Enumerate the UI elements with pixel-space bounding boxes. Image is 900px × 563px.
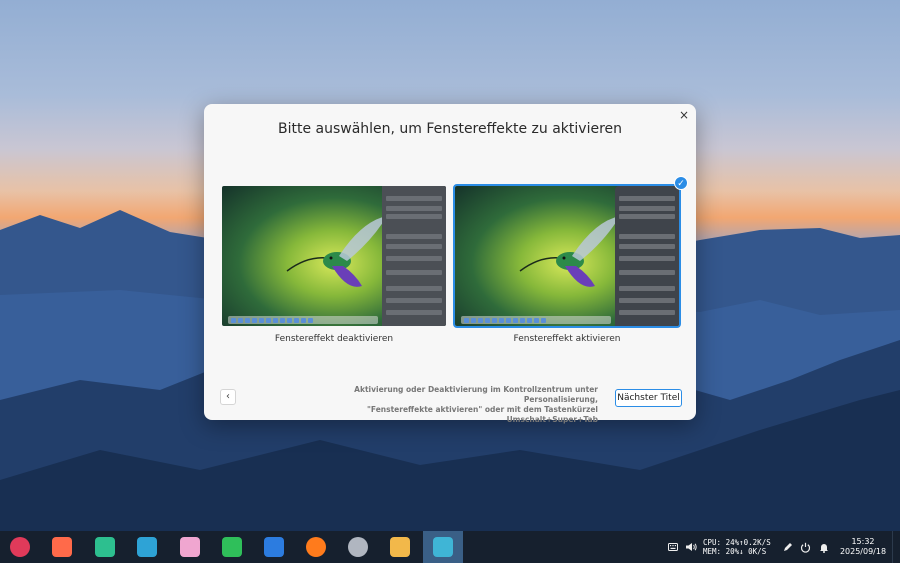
pen-icon[interactable]: [782, 531, 794, 563]
next-button[interactable]: Nächster Titel: [615, 389, 682, 407]
clock-time: 15:32: [851, 537, 875, 546]
launcher-icon[interactable]: [10, 537, 30, 557]
preview-thumbnail[interactable]: [220, 184, 448, 328]
option-enable-effects[interactable]: ✓ Fenstereffekt aktivieren: [453, 176, 688, 344]
taskbar: CPU: 24%↑0.2K/S MEM: 20%↓ 0K/S 15:32 202…: [0, 531, 900, 563]
settings-panel-preview: [382, 186, 446, 326]
close-icon[interactable]: ×: [677, 108, 691, 122]
option-disable-effects[interactable]: Fenstereffekt deaktivieren: [220, 184, 448, 344]
app-store-icon[interactable]: [137, 537, 157, 557]
hint-line-2: "Fenstereffekte aktivieren" oder mit dem…: [366, 405, 598, 424]
hummingbird-image: [286, 216, 387, 287]
multitask-view-icon[interactable]: [52, 537, 72, 557]
draw-icon[interactable]: [180, 537, 200, 557]
settings-panel-preview: [615, 186, 679, 326]
option-label: Fenstereffekt deaktivieren: [274, 334, 394, 344]
back-button[interactable]: ‹: [220, 389, 236, 405]
mem-stat: MEM: 20%↓ 0K/S: [703, 547, 767, 556]
settings-icon[interactable]: [348, 537, 368, 557]
power-icon[interactable]: [800, 531, 812, 563]
clock-date: 2025/09/18: [839, 547, 887, 556]
volume-icon[interactable]: [685, 531, 697, 563]
window-effect-dialog: × Bitte auswählen, um Fenstereffekte zu …: [204, 104, 696, 424]
notification-bell-icon[interactable]: [819, 531, 831, 563]
dock-preview: [228, 316, 378, 324]
dialog-title: Bitte auswählen, um Fenstereffekte zu ak…: [277, 121, 623, 137]
hint-text: Aktivierung oder Deaktivierung im Kontro…: [294, 385, 598, 425]
option-label: Fenstereffekt aktivieren: [513, 334, 621, 344]
movie-icon[interactable]: [264, 537, 284, 557]
hint-line-1: Aktivierung oder Deaktivierung im Kontro…: [354, 385, 598, 404]
handshake-app-icon[interactable]: [433, 537, 453, 557]
preview-thumbnail[interactable]: [453, 184, 681, 328]
dock-preview: [461, 316, 611, 324]
show-desktop-button[interactable]: [892, 531, 900, 563]
music-icon[interactable]: [222, 537, 242, 557]
file-manager-icon[interactable]: [95, 537, 115, 557]
selected-check-icon: ✓: [674, 176, 688, 190]
clock[interactable]: 15:32 2025/09/18: [838, 537, 888, 557]
cpu-stat: CPU: 24%↑0.2K/S: [703, 538, 771, 547]
image-viewer-icon[interactable]: [390, 537, 410, 557]
firefox-icon[interactable]: [306, 537, 326, 557]
system-monitor[interactable]: CPU: 24%↑0.2K/S MEM: 20%↓ 0K/S: [703, 538, 771, 556]
keyboard-icon[interactable]: [668, 531, 678, 563]
hummingbird-image: [519, 216, 620, 287]
